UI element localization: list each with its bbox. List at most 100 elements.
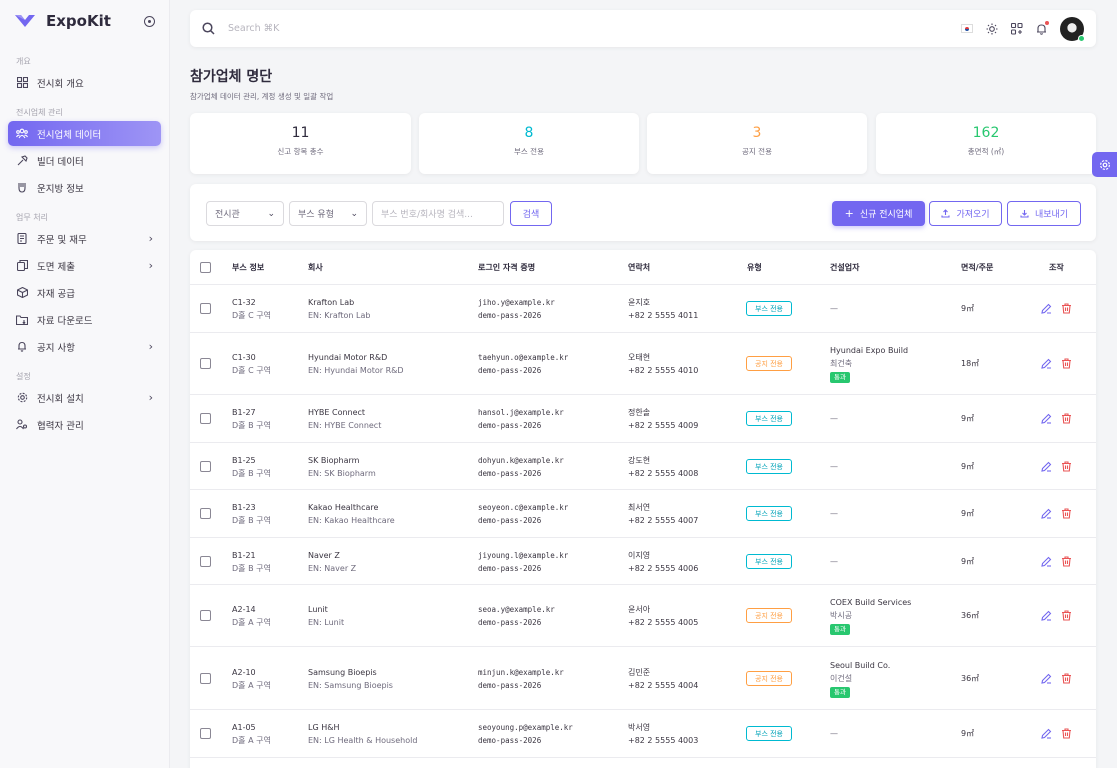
apps-grid-icon[interactable] — [1010, 22, 1023, 35]
sun-icon[interactable] — [985, 22, 998, 35]
shield-icon — [16, 182, 28, 194]
sidebar-item-expo-setup[interactable]: 전시회 설치 › — [8, 385, 161, 410]
stat-value: 3 — [752, 125, 762, 141]
stat-card-area: 162 총면적 (㎡) — [876, 113, 1096, 174]
sidebar-item-builder-data[interactable]: 빌더 데이터 — [8, 148, 161, 173]
contact-phone: +82 2 5555 4008 — [628, 469, 699, 478]
delete-trash-icon[interactable] — [1061, 413, 1072, 424]
sidebar-item-partners[interactable]: 협력자 관리 — [8, 412, 161, 437]
sidebar-item-orders-finance[interactable]: 주문 및 재무 › — [8, 226, 161, 251]
import-button[interactable]: 가져오기 — [929, 201, 1002, 226]
edit-icon[interactable] — [1041, 610, 1052, 621]
company-name: Lunit — [308, 605, 328, 614]
sidebar-item-label: 전시회 개요 — [37, 78, 84, 90]
column-header: 조작 — [1049, 263, 1064, 272]
edit-icon[interactable] — [1041, 556, 1052, 567]
customizer-gear-icon[interactable] — [1092, 152, 1117, 177]
row-checkbox[interactable] — [200, 358, 211, 369]
row-checkbox[interactable] — [200, 461, 211, 472]
hall-select[interactable]: 전시관 ⌄ — [206, 201, 284, 226]
row-checkbox[interactable] — [200, 728, 211, 739]
sidebar-item-venue-info[interactable]: 운지방 정보 — [8, 175, 161, 200]
company-name: SK Biopharm — [308, 456, 360, 465]
row-checkbox[interactable] — [200, 673, 211, 684]
delete-trash-icon[interactable] — [1061, 303, 1072, 314]
export-button[interactable]: 내보내기 — [1007, 201, 1081, 226]
delete-trash-icon[interactable] — [1061, 358, 1072, 369]
login-password: demo-pass-2026 — [478, 311, 542, 320]
new-exhibitor-button[interactable]: + 신규 전시업체 — [832, 201, 925, 226]
edit-icon[interactable] — [1041, 461, 1052, 472]
booth-type-badge: 부스 전용 — [746, 301, 792, 316]
table-row[interactable]: B1-25 D홀 B 구역 SK Biopharm EN: SK Biopharm do… — [190, 443, 1096, 490]
table-row[interactable]: B1-27 D홀 B 구역 HYBE Connect EN: HYBE Connect… — [190, 395, 1096, 443]
user-avatar[interactable] — [1060, 16, 1085, 42]
delete-trash-icon[interactable] — [1061, 461, 1072, 472]
builder-cell: Seoul Build Co. 이건설 통과 — [830, 659, 890, 698]
select-all-checkbox[interactable] — [200, 262, 211, 273]
table-row[interactable]: B1-21 D홀 B 구역 Naver Z EN: Naver Z jiyoung.l@… — [190, 538, 1096, 585]
sidebar-item-material-supply[interactable]: 자재 공급 — [8, 280, 161, 305]
search-icon[interactable] — [202, 22, 215, 35]
table-row[interactable]: A2-10 D홀 A 구역 Samsung Bioepis EN: Samsung B… — [190, 647, 1096, 710]
company-name-en: EN: SK Biopharm — [308, 469, 376, 478]
sidebar-item-drawing-submit[interactable]: 도면 제출 › — [8, 253, 161, 278]
login-password: demo-pass-2026 — [478, 469, 542, 478]
booth-search-input[interactable]: 부스 번호/회사명 검색... — [372, 201, 504, 226]
delete-trash-icon[interactable] — [1061, 728, 1072, 739]
stat-card-booth: 8 부스 전용 — [419, 113, 639, 174]
sidebar-item-label: 운지방 정보 — [37, 183, 84, 195]
sidebar-item-downloads[interactable]: 자료 다운로드 — [8, 307, 161, 332]
notification-dot — [1045, 21, 1049, 25]
edit-icon[interactable] — [1041, 358, 1052, 369]
column-header: 건설업자 — [830, 263, 860, 272]
table-row[interactable]: A1-05 D홀 A 구역 LG H&H EN: LG Health & Househ… — [190, 710, 1096, 758]
sidebar-item-expo-overview[interactable]: 전시회 개요 — [8, 70, 161, 95]
delete-trash-icon[interactable] — [1061, 508, 1072, 519]
stat-card-total: 11 신고 항목 총수 — [190, 113, 411, 174]
contact-cell: 최서연 +82 2 5555 4007 — [628, 501, 698, 527]
delete-trash-icon[interactable] — [1061, 610, 1072, 621]
table-row[interactable]: C1-32 D홀 C 구역 Krafton Lab EN: Krafton Lab ji… — [190, 285, 1096, 333]
sidebar-item-exhibitor-data[interactable]: 전시업체 데이터 — [8, 121, 161, 146]
row-checkbox[interactable] — [200, 508, 211, 519]
builder-cell: — — [830, 460, 838, 473]
booth-zone: D홀 A 구역 — [232, 681, 271, 690]
edit-icon[interactable] — [1041, 508, 1052, 519]
sidebar-collapse-toggle-icon[interactable] — [144, 15, 155, 27]
contact-cell: 윤서아 +82 2 5555 4005 — [628, 603, 698, 629]
contact-phone: +82 2 5555 4009 — [628, 421, 699, 430]
row-checkbox[interactable] — [200, 413, 211, 424]
row-checkbox[interactable] — [200, 556, 211, 567]
notification-bell-icon[interactable] — [1035, 21, 1049, 35]
stat-label: 신고 항목 총수 — [277, 147, 324, 156]
chevron-right-icon: › — [148, 340, 153, 353]
table-row[interactable]: A2-14 D홀 A 구역 Lunit EN: Lunit seoa.y@example… — [190, 585, 1096, 647]
language-flag-icon[interactable] — [960, 22, 973, 35]
table-row[interactable]: B1-23 D홀 B 구역 Kakao Healthcare EN: Kakao He… — [190, 490, 1096, 538]
booth-zone: D홀 B 구역 — [232, 516, 271, 525]
edit-icon[interactable] — [1041, 673, 1052, 684]
booth-type-badge: 부스 전용 — [746, 726, 792, 741]
builder-cell: — — [830, 507, 838, 520]
sidebar-item-notices[interactable]: 공지 사항 › — [8, 334, 161, 359]
table-row[interactable]: C1-30 D홀 C 구역 Hyundai Motor R&D EN: Hyundai… — [190, 333, 1096, 395]
edit-icon[interactable] — [1041, 303, 1052, 314]
global-search-input[interactable]: Search ⌘K — [228, 23, 279, 34]
contact-cell: 오태현 +82 2 5555 4010 — [628, 351, 698, 377]
contact-cell: 정한솔 +82 2 5555 4009 — [628, 406, 698, 432]
delete-trash-icon[interactable] — [1061, 673, 1072, 684]
delete-trash-icon[interactable] — [1061, 556, 1072, 567]
row-checkbox[interactable] — [200, 303, 211, 314]
company-name-en: EN: Naver Z — [308, 564, 357, 573]
company-name-en: EN: Samsung Bioepis — [308, 681, 393, 690]
booth-number: A1-05 — [232, 723, 256, 732]
row-checkbox[interactable] — [200, 610, 211, 621]
search-button[interactable]: 검색 — [510, 201, 552, 226]
copy-icon — [16, 260, 28, 272]
edit-icon[interactable] — [1041, 728, 1052, 739]
edit-icon[interactable] — [1041, 413, 1052, 424]
sidebar-item-label: 자료 다운로드 — [37, 315, 93, 327]
export-label: 내보내기 — [1034, 210, 1069, 220]
booth-type-select[interactable]: 부스 유형 ⌄ — [289, 201, 367, 226]
